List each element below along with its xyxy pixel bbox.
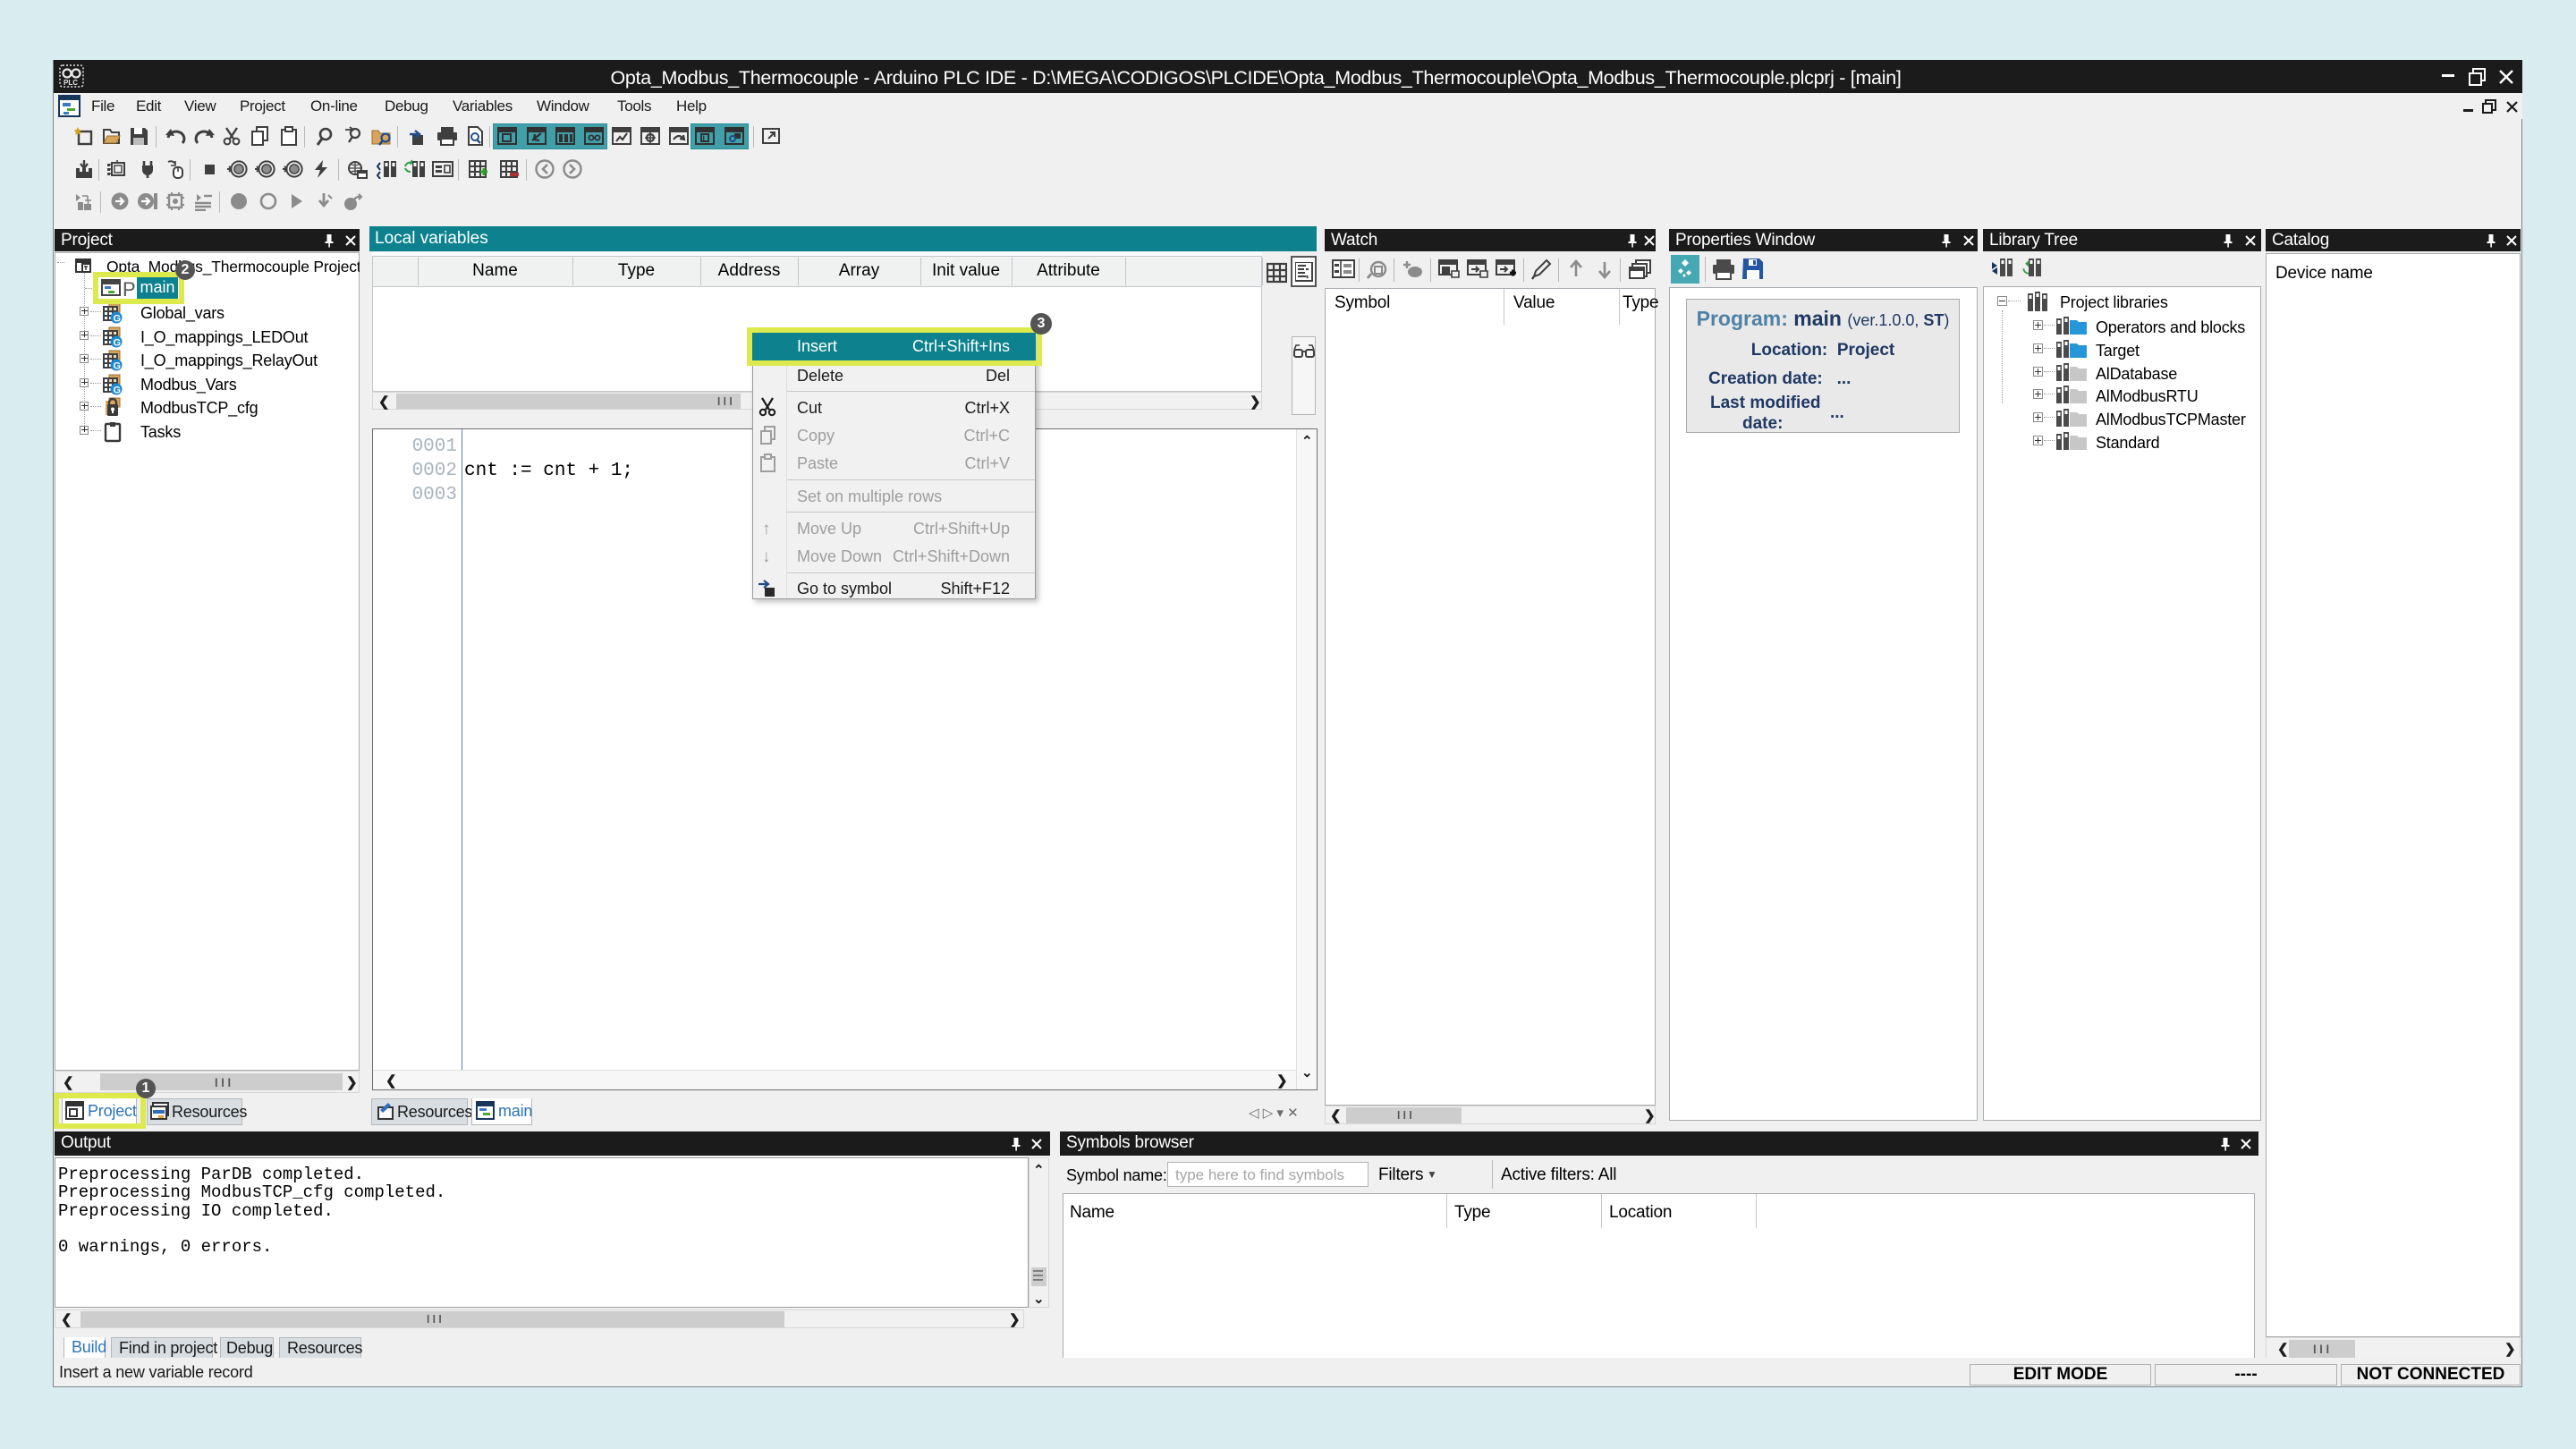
svg-text:I: I: [703, 134, 706, 143]
svg-text:G: G: [114, 361, 122, 372]
svg-text:G: G: [114, 314, 122, 325]
svg-text:G: G: [114, 385, 122, 395]
svg-text:G: G: [114, 337, 122, 348]
